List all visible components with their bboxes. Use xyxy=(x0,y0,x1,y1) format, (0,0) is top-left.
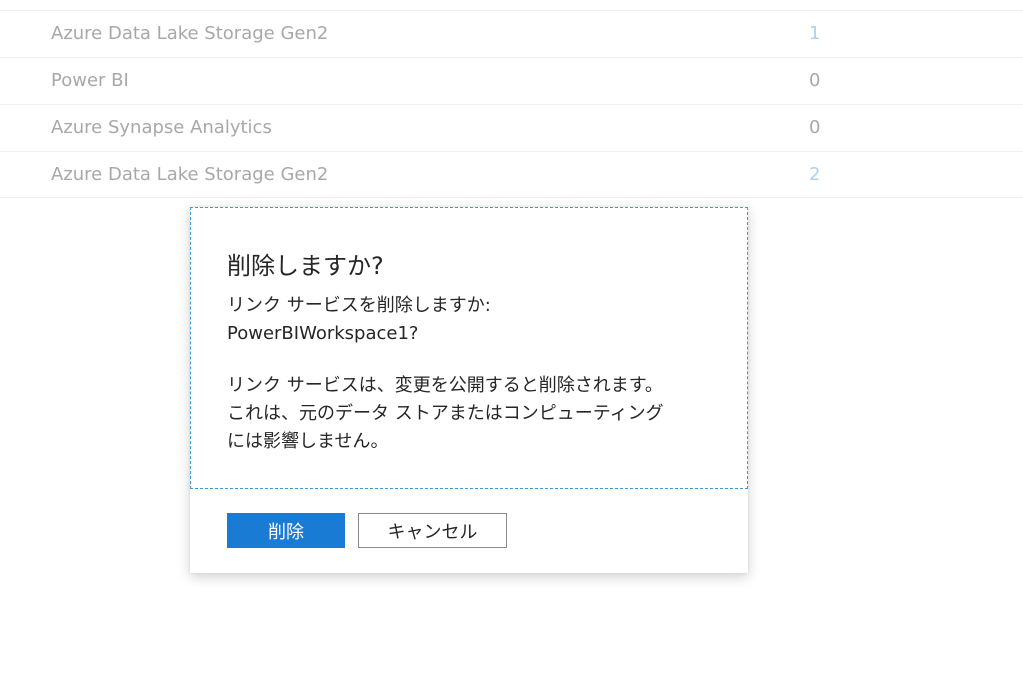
table-row[interactable]: Power BI 0 xyxy=(0,57,1023,104)
table-row[interactable]: Azure Data Lake Storage Gen2 1 xyxy=(0,10,1023,57)
dialog-message: リンク サービスを削除しますか: PowerBIWorkspace1? リンク … xyxy=(227,292,717,456)
note-line: リンク サービスは、変更を公開すると削除されます。 xyxy=(227,375,663,396)
dialog-title: 削除しますか? xyxy=(227,252,384,280)
table-row[interactable]: Azure Data Lake Storage Gen2 2 xyxy=(0,151,1023,198)
usage-count: 0 xyxy=(809,70,821,91)
usage-count-link[interactable]: 2 xyxy=(809,164,820,185)
service-name: Azure Data Lake Storage Gen2 xyxy=(51,23,329,44)
usage-count: 0 xyxy=(809,117,821,138)
message-line: リンク サービスを削除しますか: xyxy=(227,295,491,316)
delete-confirm-dialog: 削除しますか? リンク サービスを削除しますか: PowerBIWorkspac… xyxy=(190,207,748,573)
linked-services-table: Azure Data Lake Storage Gen2 1 Power BI … xyxy=(0,0,1023,198)
note-line: には影響しません。 xyxy=(227,431,389,452)
delete-button[interactable]: 削除 xyxy=(227,513,345,548)
service-name: Power BI xyxy=(51,70,129,91)
table-row[interactable]: Azure Synapse Analytics 0 xyxy=(0,104,1023,151)
service-name: Azure Data Lake Storage Gen2 xyxy=(51,164,329,185)
linked-service-name: PowerBIWorkspace1? xyxy=(227,323,419,344)
cancel-button[interactable]: キャンセル xyxy=(358,513,507,548)
service-name: Azure Synapse Analytics xyxy=(51,117,272,138)
note-line: これは、元のデータ ストアまたはコンピューティング xyxy=(227,403,664,424)
usage-count-link[interactable]: 1 xyxy=(809,23,820,44)
dialog-content: 削除しますか? リンク サービスを削除しますか: PowerBIWorkspac… xyxy=(190,207,748,489)
